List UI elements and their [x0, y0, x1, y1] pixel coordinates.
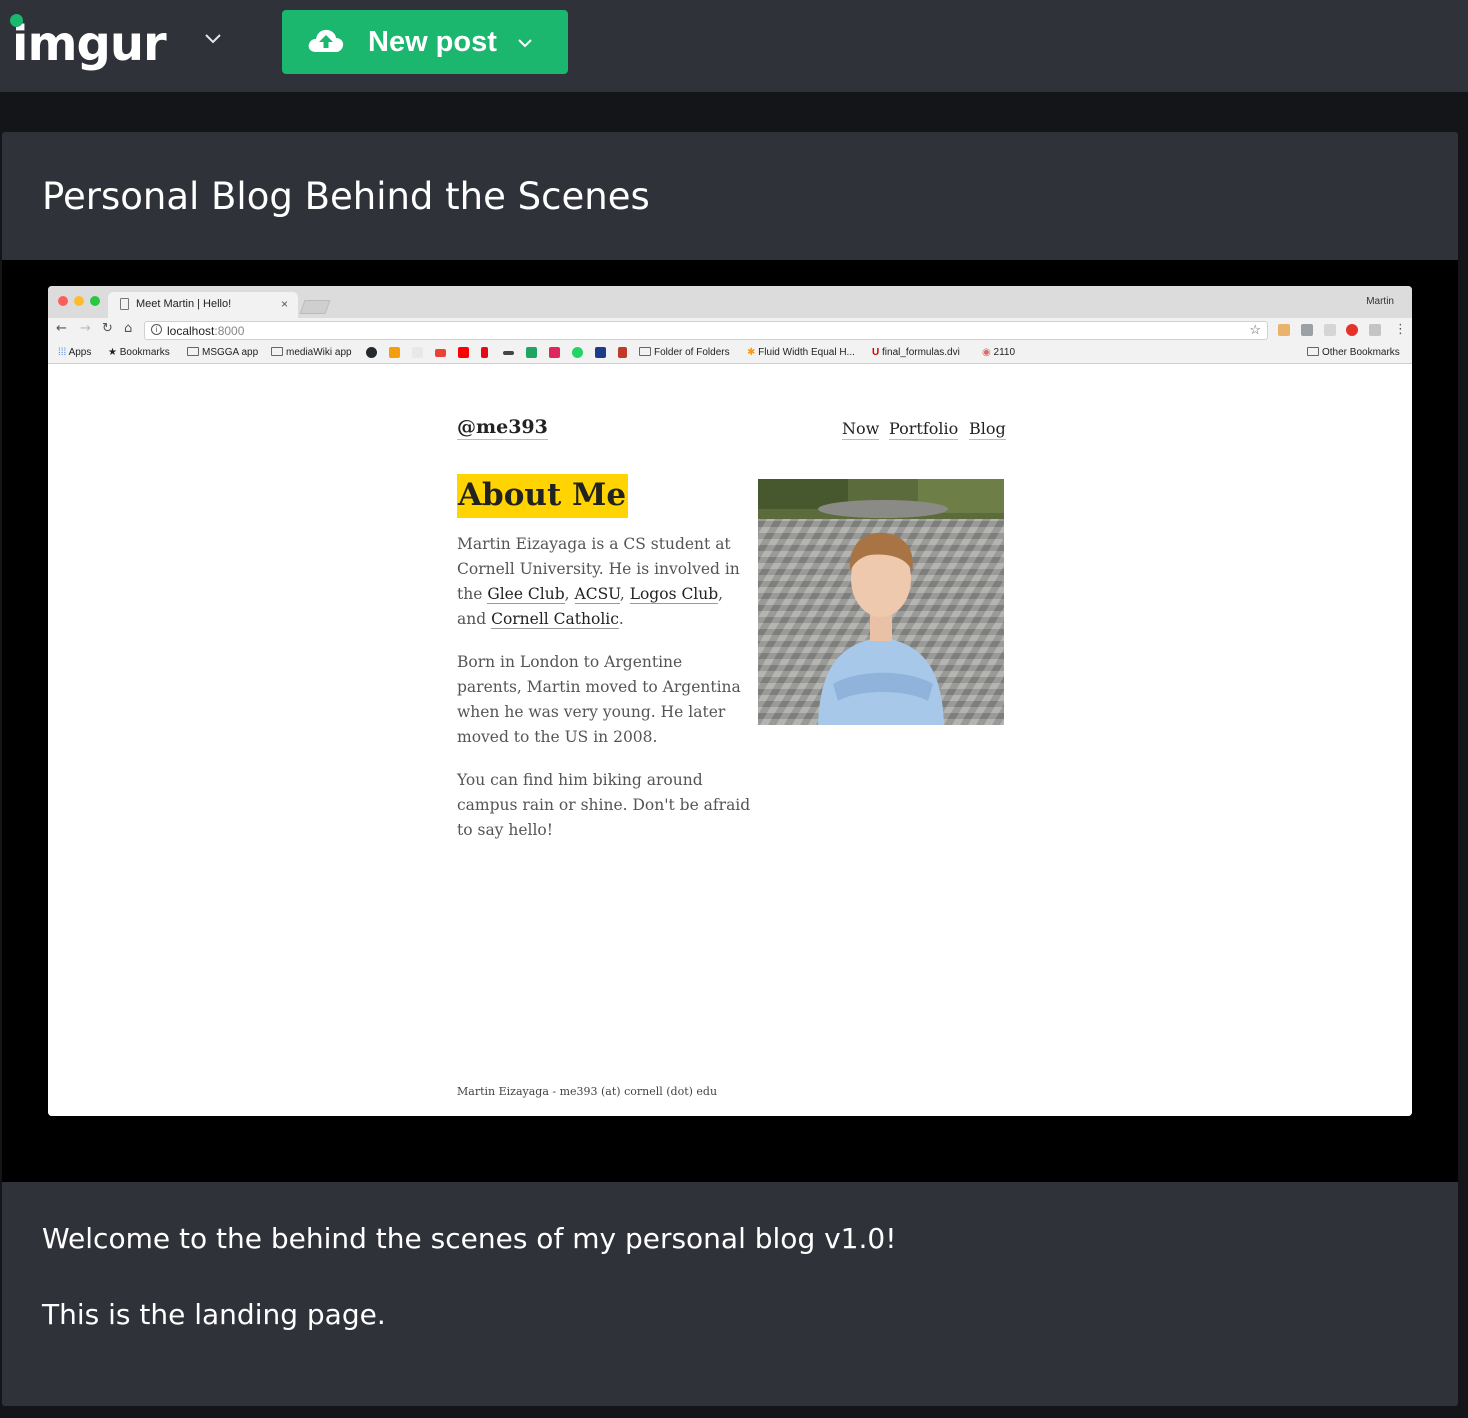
bio-paragraph-2: Born in London to Argentine parents, Mar…: [457, 653, 741, 746]
post-title: Personal Blog Behind the Scenes: [42, 175, 650, 218]
cloud-upload-icon: [308, 29, 344, 52]
description-line-2: This is the landing page.: [42, 1298, 386, 1331]
close-window-dot[interactable]: [58, 296, 68, 306]
website-page: @me393 Now Portfolio Blog About Me Marti…: [48, 365, 1412, 1116]
netflix-icon[interactable]: [481, 347, 488, 358]
new-post-button[interactable]: New post: [282, 10, 568, 74]
description-line-1: Welcome to the behind the scenes of my p…: [42, 1222, 897, 1255]
asterisk-icon: ✱: [747, 347, 756, 358]
link-logos-club[interactable]: Logos Club: [629, 585, 719, 604]
gmail-icon[interactable]: [435, 349, 446, 357]
chevron-down-icon[interactable]: [514, 32, 536, 54]
folder-icon: [187, 347, 199, 356]
bookmark-msgga[interactable]: MSGGA app: [187, 347, 258, 359]
tab-title: Meet Martin | Hello!: [136, 298, 232, 310]
bookmark-mediawiki[interactable]: mediaWiki app: [271, 347, 352, 359]
bookmark-star-icon[interactable]: ☆: [1249, 322, 1261, 338]
new-post-label: New post: [368, 26, 497, 58]
nav-link-now[interactable]: Now: [842, 418, 880, 440]
browser-tab-bar: Meet Martin | Hello! × Martin: [48, 286, 1412, 318]
reload-icon[interactable]: ↻: [102, 322, 113, 336]
adblock-icon[interactable]: [1346, 324, 1358, 336]
portrait-photo: [758, 479, 1004, 725]
folder-icon: [1307, 347, 1319, 356]
bookmarks-bar: ⁞⁞⁞ Apps ★ Bookmarks MSGGA app mediaWiki…: [48, 342, 1412, 364]
browser-screenshot: Meet Martin | Hello! × Martin ← → ↻ ⌂ i …: [48, 286, 1412, 1116]
u-logo-icon: U: [872, 347, 880, 358]
nav-link-blog[interactable]: Blog: [969, 418, 1006, 440]
new-tab-button[interactable]: [299, 300, 331, 314]
imgur-top-bar: imgur New post: [0, 0, 1468, 92]
url-text: localhost:8000: [167, 324, 245, 338]
bookmark-icon[interactable]: [503, 351, 514, 355]
bookmark-final-formulas[interactable]: U final_formulas.dvi: [872, 347, 960, 359]
seal-icon: ◉: [982, 347, 991, 358]
folder-icon: [271, 347, 283, 356]
github-icon[interactable]: [366, 347, 377, 358]
bookmark-folder-of-folders[interactable]: Folder of Folders: [639, 347, 730, 359]
site-handle-link[interactable]: @me393: [457, 415, 548, 440]
bookmark-bookmarks[interactable]: ★ Bookmarks: [108, 347, 170, 359]
link-glee-club[interactable]: Glee Club: [487, 585, 565, 604]
post-description: Welcome to the behind the scenes of my p…: [42, 1220, 896, 1372]
post-container: Personal Blog Behind the Scenes Meet Mar…: [2, 132, 1458, 1406]
bookmark-fluid-width[interactable]: ✱ Fluid Width Equal H...: [747, 347, 855, 359]
about-heading: About Me: [457, 474, 629, 518]
bookmark-icon[interactable]: [618, 347, 627, 358]
maximize-window-dot[interactable]: [90, 296, 100, 306]
bio-paragraph-3: You can find him biking around campus ra…: [457, 771, 751, 839]
bookmark-icon[interactable]: [549, 347, 560, 358]
link-acsu[interactable]: ACSU: [574, 585, 620, 604]
bookmark-icon[interactable]: [595, 347, 606, 358]
wikipedia-icon[interactable]: [412, 347, 423, 358]
browser-toolbar: ← → ↻ ⌂ i localhost:8000 ☆ ⋮: [48, 318, 1412, 342]
post-image-area[interactable]: Meet Martin | Hello! × Martin ← → ↻ ⌂ i …: [2, 260, 1458, 1182]
bio-paragraph-1: Martin Eizayaga is a CS student at Corne…: [457, 535, 740, 629]
extension-icon[interactable]: [1278, 324, 1290, 336]
link-cornell-catholic[interactable]: Cornell Catholic: [491, 610, 619, 629]
apps-grid-icon: ⁞⁞⁞: [58, 347, 67, 358]
chevron-down-icon[interactable]: [202, 28, 224, 50]
whatsapp-icon[interactable]: [572, 347, 583, 358]
star-icon: ★: [108, 347, 117, 358]
back-icon[interactable]: ←: [56, 322, 67, 336]
extension-icon[interactable]: [1369, 324, 1381, 336]
address-bar[interactable]: i localhost:8000 ☆: [144, 321, 1268, 340]
drive-icon[interactable]: [526, 347, 537, 358]
bookmark-icon[interactable]: [389, 347, 400, 358]
extension-icon[interactable]: [1301, 324, 1313, 336]
info-icon[interactable]: i: [151, 324, 162, 335]
more-menu-icon[interactable]: ⋮: [1394, 323, 1407, 337]
close-tab-icon[interactable]: ×: [281, 297, 288, 311]
site-footer: Martin Eizayaga - me393 (at) cornell (do…: [457, 1085, 718, 1098]
folder-icon: [639, 347, 651, 356]
bookmark-2110[interactable]: ◉ 2110: [982, 347, 1015, 359]
profile-name[interactable]: Martin: [1366, 296, 1394, 307]
extension-icon[interactable]: [1324, 324, 1336, 336]
nav-link-portfolio[interactable]: Portfolio: [889, 418, 959, 440]
logo-text: imgur: [12, 16, 167, 72]
logo-dot: [10, 14, 23, 27]
page-icon: [120, 298, 129, 310]
browser-tab[interactable]: Meet Martin | Hello! ×: [108, 292, 298, 318]
bookmark-other[interactable]: Other Bookmarks: [1307, 347, 1400, 359]
youtube-icon[interactable]: [458, 347, 469, 358]
imgur-logo[interactable]: imgur: [6, 6, 186, 76]
forward-icon[interactable]: →: [80, 322, 91, 336]
home-icon[interactable]: ⌂: [124, 322, 132, 336]
minimize-window-dot[interactable]: [74, 296, 84, 306]
bookmark-apps[interactable]: ⁞⁞⁞ Apps: [58, 347, 91, 359]
